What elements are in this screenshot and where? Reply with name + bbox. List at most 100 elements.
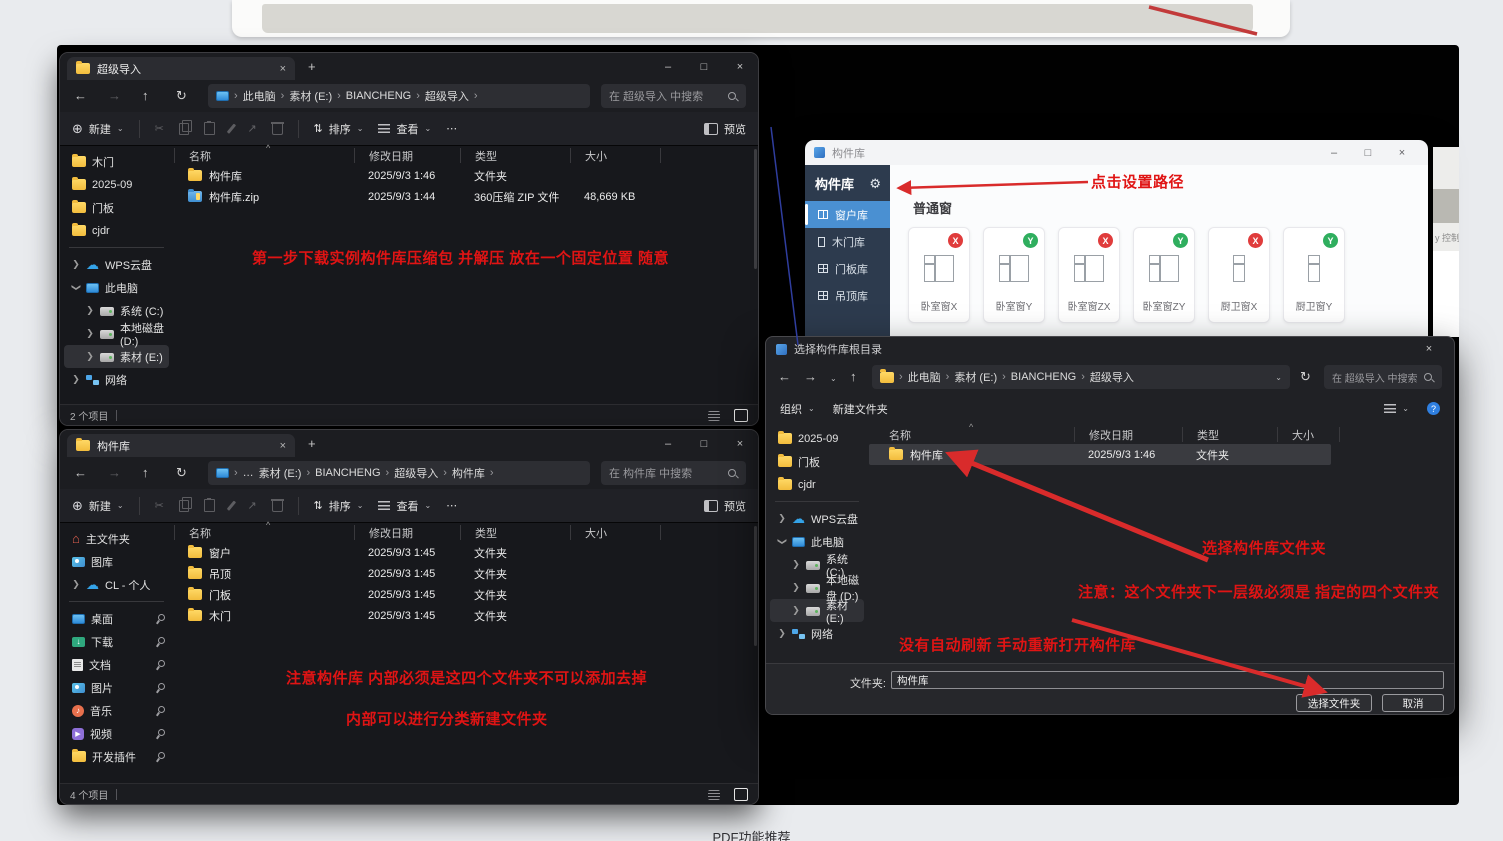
search-box[interactable]: 在 超级导入 中搜索 <box>601 84 746 108</box>
back-icon[interactable]: ← <box>778 369 791 384</box>
column-name[interactable]: 名称 <box>174 525 354 540</box>
menu-item-window-lib[interactable]: 窗户库 <box>805 201 890 228</box>
breadcrumb-item[interactable]: 超级导入 <box>394 465 438 481</box>
breadcrumb-item[interactable]: 构件库 <box>452 465 485 481</box>
details-view-icon[interactable] <box>734 788 748 801</box>
component-card[interactable]: X 厨卫窗X <box>1208 227 1270 323</box>
column-type[interactable]: 类型 <box>460 525 570 540</box>
component-card[interactable]: X 卧室窗X <box>908 227 970 323</box>
new-tab-button[interactable]: + <box>308 436 316 451</box>
refresh-icon[interactable]: ↻ <box>176 465 187 481</box>
sidebar-item-downloads[interactable]: ↓下载 <box>64 630 169 653</box>
tab-close-icon[interactable]: × <box>280 63 286 75</box>
file-row[interactable]: 构件库.zip 2025/9/3 1:44 360压缩 ZIP 文件 48,66… <box>174 186 756 207</box>
cut-button[interactable]: ✂ <box>155 122 164 135</box>
sidebar-item-folder[interactable]: 门板 <box>64 196 169 219</box>
view-mode-button[interactable]: ⌄ <box>1384 404 1409 413</box>
close-button[interactable]: × <box>722 430 758 457</box>
menu-item-ceiling-lib[interactable]: 吊顶库 <box>805 282 890 309</box>
back-icon[interactable]: ← <box>74 88 87 103</box>
select-folder-button[interactable]: 选择文件夹 <box>1296 694 1372 712</box>
menu-item-door-panel-lib[interactable]: 门板库 <box>805 255 890 282</box>
breadcrumb-item[interactable]: 此电脑 <box>908 369 941 385</box>
close-button[interactable]: × <box>722 53 758 80</box>
tab-close-icon[interactable]: × <box>280 440 286 452</box>
chevron-down-icon[interactable]: ⌄ <box>1275 373 1282 382</box>
folder-name-input[interactable] <box>891 671 1444 689</box>
close-button[interactable]: × <box>1385 147 1419 159</box>
new-button[interactable]: ⊕新建⌄ <box>72 121 124 137</box>
sidebar-item-desktop[interactable]: 桌面 <box>64 607 169 630</box>
up-icon[interactable]: ↑ <box>850 369 857 384</box>
column-date[interactable]: 修改日期 <box>354 148 460 163</box>
explorer-tab[interactable]: 超级导入 × <box>67 57 295 80</box>
gear-icon[interactable]: ⚙ <box>869 176 881 192</box>
sidebar-item-drive-e[interactable]: ❯素材 (E:) <box>770 599 864 622</box>
column-date[interactable]: 修改日期 <box>1074 427 1182 442</box>
rename-button[interactable] <box>230 123 233 134</box>
sidebar-item-folder[interactable]: 门板 <box>770 450 864 473</box>
delete-button[interactable] <box>272 499 283 512</box>
breadcrumb-item[interactable]: 超级导入 <box>425 88 469 104</box>
file-row[interactable]: 门板 2025/9/3 1:45 文件夹 <box>174 584 756 605</box>
rename-button[interactable] <box>230 500 233 511</box>
view-button[interactable]: 查看⌄ <box>378 498 431 514</box>
sidebar-item-videos[interactable]: ▶视频 <box>64 722 169 745</box>
sort-button[interactable]: ⇅排序⌄ <box>314 121 364 137</box>
sidebar-item-gallery[interactable]: 图库 <box>64 550 169 573</box>
more-button[interactable]: ⋯ <box>446 499 457 512</box>
sidebar-item-network[interactable]: ❯网络 <box>770 622 864 645</box>
refresh-icon[interactable]: ↻ <box>176 88 187 104</box>
preview-button[interactable]: 预览 <box>704 121 746 137</box>
file-row[interactable]: 吊顶 2025/9/3 1:45 文件夹 <box>174 563 756 584</box>
cancel-button[interactable]: 取消 <box>1382 694 1444 712</box>
column-date[interactable]: 修改日期 <box>354 525 460 540</box>
menu-item-wood-door-lib[interactable]: 木门库 <box>805 228 890 255</box>
organize-button[interactable]: 组织⌄ <box>780 401 815 417</box>
sidebar-item-drive-e[interactable]: ❯素材 (E:) <box>64 345 169 368</box>
sidebar-item-dev-plugins[interactable]: 开发插件 <box>64 745 169 768</box>
share-button[interactable]: ↗ <box>247 122 256 135</box>
column-type[interactable]: 类型 <box>1182 427 1277 442</box>
sidebar-item-wps-cloud[interactable]: ❯☁WPS云盘 <box>64 253 169 276</box>
preview-button[interactable]: 预览 <box>704 498 746 514</box>
new-tab-button[interactable]: + <box>308 59 316 74</box>
sidebar-item-folder[interactable]: cjdr <box>770 473 864 496</box>
sidebar-item-documents[interactable]: 文档 <box>64 653 169 676</box>
file-row-selected[interactable]: 构件库 2025/9/3 1:46 文件夹 <box>869 444 1331 465</box>
sidebar-item-onedrive[interactable]: ❯☁CL - 个人 <box>64 573 169 596</box>
sidebar-item-home[interactable]: ⌂主文件夹 <box>64 527 169 550</box>
share-button[interactable]: ↗ <box>247 499 256 512</box>
column-name[interactable]: 名称 <box>174 148 354 163</box>
sidebar-item-folder[interactable]: 2025-09 <box>770 427 864 450</box>
sort-button[interactable]: ⇅排序⌄ <box>314 498 364 514</box>
new-button[interactable]: ⊕新建⌄ <box>72 498 124 514</box>
list-view-icon[interactable] <box>708 411 720 421</box>
breadcrumb-item[interactable]: 素材 (E:) <box>259 465 302 481</box>
view-button[interactable]: 查看⌄ <box>378 121 431 137</box>
help-icon[interactable]: ? <box>1427 402 1440 415</box>
details-view-icon[interactable] <box>734 409 748 422</box>
breadcrumb-item[interactable]: 超级导入 <box>1090 369 1134 385</box>
column-size[interactable]: 大小 <box>1277 427 1339 442</box>
breadcrumb[interactable]: › 此电脑 › 素材 (E:) › BIANCHENG › 超级导入 ⌄ <box>872 365 1290 389</box>
breadcrumb-item[interactable]: BIANCHENG <box>1011 371 1076 383</box>
maximize-button[interactable]: □ <box>686 430 722 457</box>
list-view-icon[interactable] <box>708 790 720 800</box>
sidebar-item-this-pc[interactable]: ❯此电脑 <box>64 276 169 299</box>
breadcrumb-item[interactable]: BIANCHENG <box>346 90 411 102</box>
search-box[interactable]: 在 构件库 中搜索 <box>601 461 746 485</box>
maximize-button[interactable]: □ <box>1351 147 1385 159</box>
breadcrumb-item[interactable]: 素材 (E:) <box>289 88 332 104</box>
breadcrumb-item[interactable]: 此电脑 <box>243 88 276 104</box>
sidebar-item-wps-cloud[interactable]: ❯☁WPS云盘 <box>770 507 864 530</box>
minimize-button[interactable]: – <box>650 53 686 80</box>
search-box[interactable]: 在 超级导入 中搜索 <box>1324 365 1442 389</box>
up-icon[interactable]: ↑ <box>142 88 149 103</box>
new-folder-button[interactable]: 新建文件夹 <box>833 401 888 417</box>
column-size[interactable]: 大小 <box>570 525 660 540</box>
component-card[interactable]: Y 卧室窗Y <box>983 227 1045 323</box>
breadcrumb-item[interactable]: 素材 (E:) <box>954 369 997 385</box>
refresh-icon[interactable]: ↻ <box>1300 369 1311 385</box>
file-row[interactable]: 窗户 2025/9/3 1:45 文件夹 <box>174 542 756 563</box>
